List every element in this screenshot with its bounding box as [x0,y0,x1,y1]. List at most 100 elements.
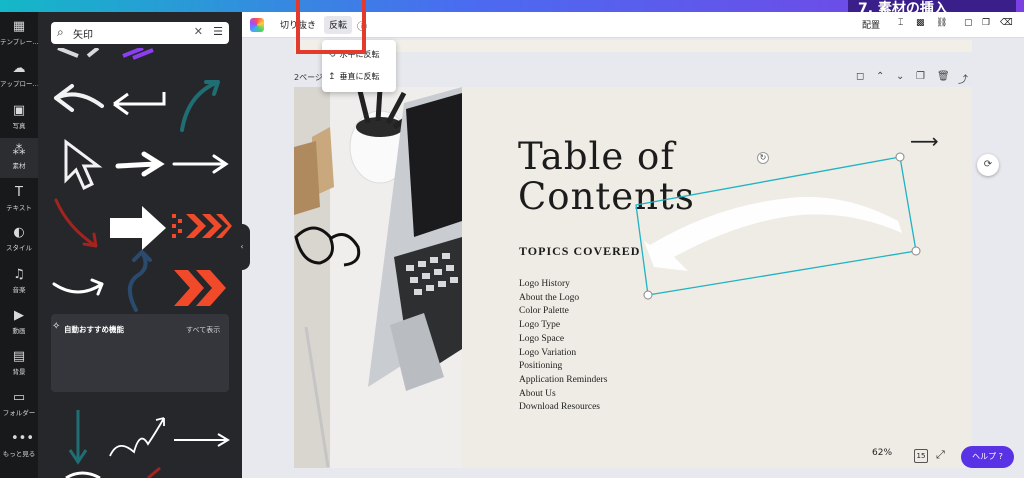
toc-item: Color Palette [519,306,569,317]
page-notes-icon[interactable]: ◻ [856,71,864,82]
rail-item-uploads[interactable]: ☁ アップロー… [0,56,38,96]
canva-editor: 7. 素材の挿入 ▦ テンプレー… ☁ アップロー… ▣ 写真 ⁂ 素材 T テ… [0,0,1024,478]
toc-item: Application Reminders [519,374,608,385]
search-input[interactable] [73,26,183,40]
toc-item: About Us [519,388,556,399]
page-down-icon[interactable]: ⌄ [896,71,904,82]
rail-item-templates[interactable]: ▦ テンプレー… [0,14,38,54]
search-box: ⌕ ✕ ☰ [51,22,229,44]
arrow-element[interactable] [180,80,220,132]
link-icon[interactable]: ⛓ [936,18,947,28]
page-add-icon[interactable]: ⤴ [958,71,968,86]
page-duplicate-icon[interactable]: ❐ [916,71,925,82]
arrow-element[interactable] [147,466,161,478]
search-icon: ⌕ [57,25,64,39]
filter-icon[interactable]: ☰ [213,25,223,38]
rail-label: 背景 [12,368,26,376]
arrow-element[interactable] [113,92,166,116]
see-all-link[interactable]: すべて表示 [186,325,220,335]
rotate-handle-icon[interactable]: ↻ [757,152,769,164]
page-up-icon[interactable]: ⌃ [876,71,884,82]
rail-label: 素材 [12,162,26,170]
arrow-element[interactable] [122,48,154,60]
toc-item: About the Logo [519,292,580,303]
delete-icon[interactable]: ⌫ [1000,18,1013,28]
flip-vertical-item[interactable]: ↥ 垂直に反転 [328,68,392,86]
collapse-panel-button[interactable]: ‹ [234,224,250,270]
transparency-icon[interactable]: ▩ [916,18,925,28]
rail-label: フォルダー [2,409,36,417]
refresh-side-icon[interactable]: ⟳ [977,154,999,176]
arrow-element[interactable] [110,206,166,250]
more-icon: ••• [11,431,35,446]
elements-icon: ⁂ [12,143,26,158]
arrow-element[interactable] [57,48,100,58]
arrow-element[interactable] [54,84,104,112]
background-icon: ▤ [12,349,26,364]
arrow-element[interactable] [65,471,101,478]
rail-label: テンプレー… [0,38,38,46]
arrow-elements-grid [52,48,232,478]
sparkle-icon: ✧ [52,321,61,332]
arrow-element[interactable] [174,270,226,306]
arrow-element[interactable] [64,139,103,191]
arrow-element[interactable] [128,250,152,312]
desk-photo[interactable] [294,87,462,468]
page-delete-icon[interactable]: 🗑 [937,71,950,82]
clear-icon[interactable]: ✕ [194,25,203,38]
upload-icon: ☁ [12,61,26,76]
resize-handle[interactable] [895,152,905,162]
flip-vertical-icon: ↥ [328,72,336,82]
arrow-element[interactable] [172,214,232,238]
page-count-button[interactable]: 15 [914,449,928,463]
video-icon: ▶ [14,308,24,323]
rail-item-folders[interactable]: ▭ フォルダー [0,385,38,425]
rail-item-more[interactable]: ••• もっと見る [0,426,38,466]
help-button[interactable]: ヘルプ ? [961,446,1014,468]
rail-label: 写真 [12,122,26,130]
elements-panel: ⌕ ✕ ☰ [38,12,242,478]
toc-item: Logo History [519,279,570,289]
arrow-element[interactable] [68,410,88,465]
photo-icon: ▣ [12,103,26,118]
template-icon: ▦ [12,19,26,34]
arrow-element[interactable] [174,433,230,447]
rail-item-photos[interactable]: ▣ 写真 [0,98,38,138]
position-button[interactable]: 配置 [862,18,880,31]
rail-label: 動画 [12,327,26,335]
fullscreen-icon[interactable]: ⤢ [936,448,945,462]
resize-handle[interactable] [911,246,921,256]
paint-roller-icon[interactable]: ⌶ [898,18,903,28]
rail-item-elements[interactable]: ⁂ 素材 [0,138,38,178]
toc-item: Positioning [519,361,563,372]
selected-arrow-element[interactable] [630,149,930,309]
tutorial-highlight-box [296,0,366,54]
lock-icon[interactable]: ▢ [964,18,973,28]
arrow-element[interactable] [54,198,98,248]
flip-vertical-label: 垂直に反転 [339,72,380,81]
rail-item-music[interactable]: ♫ 音楽 [0,262,38,302]
rail-item-text[interactable]: T テキスト [0,180,38,220]
duplicate-icon[interactable]: ❐ [982,18,990,28]
topics-heading[interactable]: TOPICS COVERED [519,244,640,259]
rail-item-video[interactable]: ▶ 動画 [0,303,38,343]
folder-icon: ▭ [12,390,26,405]
color-picker-icon[interactable] [250,18,264,32]
rail-label: アップロー… [0,80,38,88]
zoom-level[interactable]: 62% [872,448,892,458]
selection-frame [635,156,917,296]
arrow-element[interactable] [172,154,229,174]
arrow-element[interactable] [52,278,104,296]
rail-item-styles[interactable]: ◐ スタイル [0,220,38,260]
rail-label: もっと見る [2,450,36,458]
rail-label: スタイル [6,244,32,252]
toc-list[interactable]: Logo History About the Logo Color Palett… [519,278,607,415]
resize-handle[interactable] [643,290,653,300]
arrow-element[interactable] [109,417,165,457]
toc-item: Logo Type [519,320,561,331]
design-page[interactable]: Table of Contents TOPICS COVERED Logo Hi… [294,87,972,468]
rail-item-background[interactable]: ▤ 背景 [0,344,38,384]
recommend-title: 自動おすすめ機能 [64,325,124,334]
arrow-element[interactable] [115,151,165,177]
left-rail: ▦ テンプレー… ☁ アップロー… ▣ 写真 ⁂ 素材 T テキスト ◐ スタイ… [0,12,38,478]
